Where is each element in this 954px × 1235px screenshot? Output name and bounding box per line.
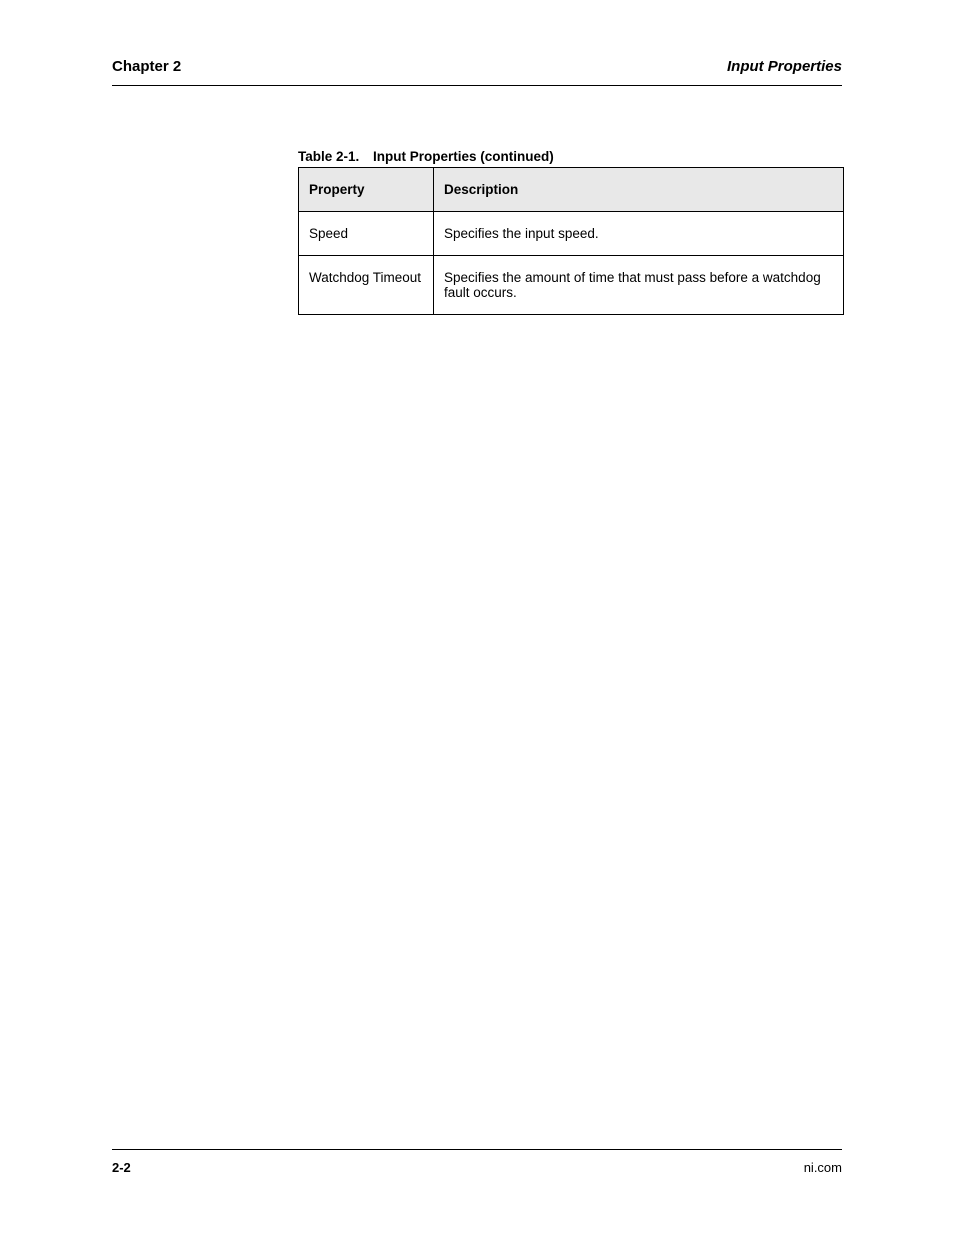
cell-description: Specifies the amount of time that must p… <box>434 256 844 315</box>
footer-product: ni.com <box>804 1160 842 1175</box>
table-row: Speed Specifies the input speed. <box>299 212 844 256</box>
top-divider <box>112 85 842 86</box>
page-footer: 2-2 ni.com <box>112 1149 842 1175</box>
table-header-row: Property Description <box>299 168 844 212</box>
header-title: Input Properties <box>727 58 842 75</box>
input-properties-table: Property Description Speed Specifies the… <box>298 167 844 315</box>
table-caption: Table 2-1. Input Properties (continued) <box>298 149 554 164</box>
table-row: Watchdog Timeout Specifies the amount of… <box>299 256 844 315</box>
cell-description: Specifies the input speed. <box>434 212 844 256</box>
footer-page-number: 2-2 <box>112 1160 131 1175</box>
table-caption-text: Input Properties (continued) <box>373 149 554 164</box>
cell-property: Speed <box>299 212 434 256</box>
bottom-divider <box>112 1149 842 1150</box>
table-caption-number: Table 2-1. <box>298 149 359 164</box>
page-header: Chapter 2 Input Properties <box>112 58 842 75</box>
table-header-property: Property <box>299 168 434 212</box>
table-header-description: Description <box>434 168 844 212</box>
header-chapter: Chapter 2 <box>112 58 181 75</box>
cell-property: Watchdog Timeout <box>299 256 434 315</box>
